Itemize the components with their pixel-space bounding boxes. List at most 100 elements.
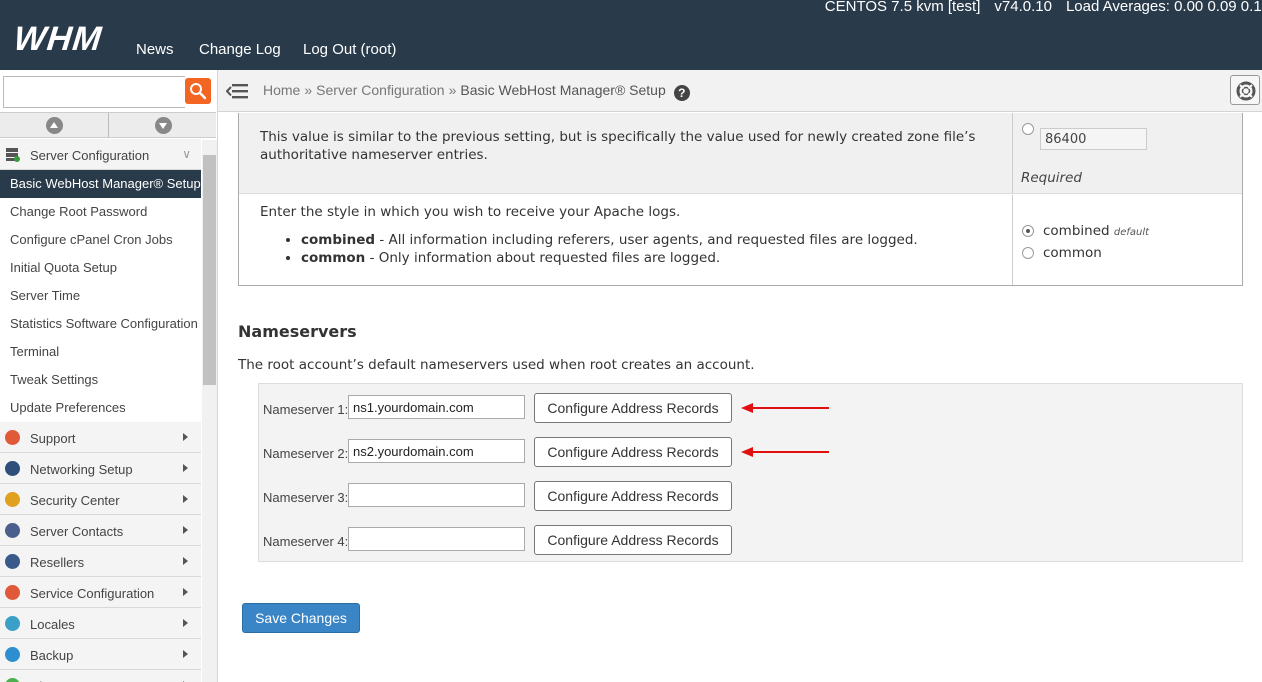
whm-logo[interactable]: WHM [12,20,104,59]
sidebar-item-label: Basic WebHost Manager® Setup [10,176,201,191]
sidebar-collapse-controls [0,112,216,138]
server-version: v74.0.10 [994,0,1052,15]
breadcrumb-separator: » [304,82,313,98]
expand-down-icon[interactable] [155,117,172,134]
server-info: CENTOS 7.5 kvm [test] v74.0.10 Load Averag… [811,0,1262,15]
scrollbar-thumb[interactable] [203,155,216,385]
sidebar-category-label: Backup [30,648,74,663]
support-button[interactable] [1230,75,1260,105]
category-icon [5,616,20,631]
category-icon [5,492,20,507]
apache-log-description: Enter the style in which you wish to rec… [260,204,681,220]
search-button[interactable] [185,78,211,104]
sidebar-category[interactable]: Resellers [0,546,201,577]
red-arrow-annotation-icon [741,447,829,457]
configure-address-records-button[interactable]: Configure Address Records [534,393,732,423]
nameservers-panel: Nameserver 1:Configure Address Records Na… [258,383,1243,562]
sidebar-item[interactable]: Tweak Settings [0,366,201,394]
settings-table: This value is similar to the previous se… [238,113,1243,286]
sidebar-menu: Server Configuration ∨ Basic WebHost Man… [0,139,201,682]
sidebar-category[interactable]: Support [0,422,201,453]
sidebar-scrollbar[interactable] [202,140,217,682]
sidebar-search-input[interactable] [3,76,185,108]
log-common-radio[interactable] [1022,247,1034,259]
sidebar-item[interactable]: Initial Quota Setup [0,254,201,282]
sidebar-item[interactable]: Configure cPanel Cron Jobs [0,226,201,254]
category-icon [5,554,20,569]
nameservers-heading: Nameservers [238,322,357,341]
chevron-right-icon [183,619,188,627]
nameserver-input[interactable] [348,527,525,551]
sidebar-item[interactable]: Update Preferences [0,394,201,422]
nameserver-row: Nameserver 4: Configure Address Records [259,525,1244,555]
chevron-right-icon [183,433,188,441]
sidebar-item-label: Statistics Software Configuration [10,316,198,331]
sidebar-category-label: Support [30,431,76,446]
sidebar-item-label: Server Time [10,288,81,303]
breadcrumb-home[interactable]: Home [263,82,300,98]
nameserver-row: Nameserver 1: Configure Address Records [259,393,1244,423]
sidebar-item-label: Terminal [10,344,60,359]
ttl-custom-radio[interactable] [1022,123,1034,135]
log-combined-label: combined default [1043,223,1150,239]
configure-address-records-button[interactable]: Configure Address Records [534,525,732,555]
breadcrumb: Home» Server Configuration» Basic WebHost … [263,82,690,101]
breadcrumb-server-configuration[interactable]: Server Configuration [316,82,444,98]
sidebar-category[interactable]: Locales [0,608,201,639]
sidebar-item[interactable]: Change Root Password [0,198,201,226]
chevron-right-icon [183,650,188,658]
nameserver-row: Nameserver 3: Configure Address Records [259,481,1244,511]
sidebar-category-server-configuration[interactable]: Server Configuration ∨ [0,139,201,170]
apache-log-options: combined default common [1012,195,1242,285]
chevron-right-icon [183,464,188,472]
nameserver-input[interactable] [348,483,525,507]
sidebar-category[interactable]: Service Configuration [0,577,201,608]
help-icon[interactable]: ? [673,85,690,101]
chevron-right-icon [183,495,188,503]
nav-news-link[interactable]: News [136,41,174,58]
nameserver-input[interactable] [348,395,525,419]
expand-up-icon[interactable] [46,117,63,134]
sidebar-category[interactable]: Backup [0,639,201,670]
category-icon [5,461,20,476]
sidebar-item-label: Configure cPanel Cron Jobs [10,232,173,247]
category-icon [5,585,20,600]
chevron-right-icon [183,557,188,565]
sidebar-category[interactable]: Security Center [0,484,201,515]
nav-logout-link[interactable]: Log Out (root) [303,41,396,58]
nameserver-input[interactable] [348,439,525,463]
sidebar-item-label: Tweak Settings [10,372,99,387]
sidebar-item[interactable]: Statistics Software Configuration [0,310,201,338]
sidebar-category-label: Resellers [30,555,85,570]
sidebar-category-label: Server Configuration [30,148,150,163]
category-icon [5,430,20,445]
sidebar-category[interactable]: Networking Setup [0,453,201,484]
sidebar-item[interactable]: Server Time [0,282,201,310]
load-averages: Load Averages: 0.00 0.09 0.14 [1065,0,1262,15]
sidebar-category[interactable]: Server Contacts [0,515,201,546]
sidebar-search [0,72,216,110]
save-changes-button[interactable]: Save Changes [242,603,360,633]
sidebar-category-label: Service Configuration [30,586,155,601]
bullet-common: common - Only information about requeste… [301,249,918,267]
configure-address-records-button[interactable]: Configure Address Records [534,437,732,467]
category-icon [5,678,20,682]
breadcrumb-current: Basic WebHost Manager® Setup [460,82,666,98]
sidebar-category-label: Server Contacts [30,524,124,539]
nameservers-description: The root account’s default nameservers u… [238,357,755,373]
nav-changelog-link[interactable]: Change Log [199,41,281,58]
search-icon [190,83,207,100]
ttl-custom-input[interactable] [1040,128,1147,150]
sidebar-item[interactable]: Terminal [0,338,201,366]
configure-address-records-button[interactable]: Configure Address Records [534,481,732,511]
sidebar-category-label: Security Center [30,493,120,508]
chevron-down-icon[interactable]: ∨ [182,147,191,161]
required-note: Required [1021,170,1082,186]
lifebuoy-icon [1236,81,1256,101]
log-combined-radio[interactable] [1022,225,1034,237]
collapse-menu-icon[interactable] [226,82,250,100]
sidebar-item[interactable]: Basic WebHost Manager® Setup [0,170,201,198]
nameserver-label: Nameserver 4: [263,534,349,549]
sidebar-category[interactable]: Clusters [0,670,201,682]
sidebar-item-label: Update Preferences [10,400,126,415]
